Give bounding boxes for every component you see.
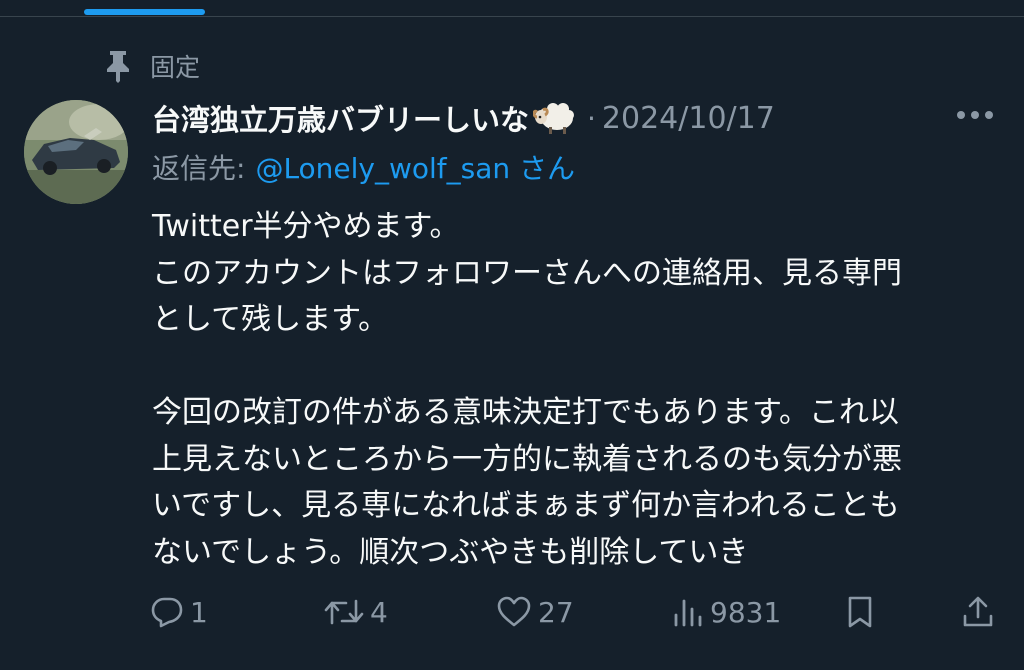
reply-count: 1 [190, 595, 208, 629]
tweet-text-line: ないでしょう。順次つぶやきも削除していき [152, 534, 749, 570]
heart-icon [496, 595, 532, 629]
tweet-date[interactable]: 2024/10/17 [602, 101, 775, 136]
tweet-action-bar: 1 4 27 9831 [0, 588, 1024, 636]
tweet-header: 台湾独立万歳バブリーしいな · 2024/10/17 [152, 96, 775, 140]
more-options-icon[interactable] [954, 104, 996, 126]
tweet-text-line: として残します。 [152, 302, 389, 337]
views-button[interactable]: 9831 [672, 588, 781, 636]
like-button[interactable]: 27 [496, 588, 574, 636]
sheep-icon [532, 101, 577, 135]
reply-icon [150, 595, 184, 629]
bookmark-button[interactable] [846, 588, 874, 636]
tweet-text: Twitter半分やめます。 このアカウントはフォロワーさんへの連絡用、見る専門… [152, 204, 1002, 576]
reply-to-line: 返信先: @Lonely_wolf_san さん [152, 146, 575, 188]
display-name[interactable]: 台湾独立万歳バブリーしいな [152, 97, 529, 139]
views-icon [672, 595, 704, 629]
retweet-count: 4 [370, 595, 388, 629]
active-tab-indicator [84, 9, 205, 15]
views-count: 9831 [710, 595, 782, 629]
share-button[interactable] [962, 588, 994, 636]
tweet-text-line: 今回の改訂の件がある意味決定打でもあります。これ以 [152, 395, 899, 430]
divider [0, 16, 1024, 17]
pinned-label-row: 固定 [104, 48, 200, 84]
avatar[interactable] [24, 100, 128, 204]
tweet-text-line: Twitter半分やめます。 [152, 209, 460, 244]
pin-icon [104, 49, 132, 83]
reply-button[interactable]: 1 [150, 588, 208, 636]
avatar-car-photo [24, 100, 128, 204]
reply-to-prefix: 返信先: [152, 152, 246, 185]
tweet-text-line: 上見えないところから一方的に執着されるのも気分が悪 [152, 441, 902, 477]
reply-to-mention-link[interactable]: @Lonely_wolf_san さん [255, 147, 575, 187]
separator-dot: · [587, 101, 596, 135]
share-icon [962, 595, 994, 629]
retweet-icon [324, 595, 364, 629]
like-count: 27 [538, 595, 574, 629]
tweet-text-line: このアカウントはフォロワーさんへの連絡用、見る専門 [152, 255, 902, 291]
pinned-label: 固定 [150, 53, 201, 82]
tweet-text-blank-line [152, 344, 1002, 391]
retweet-button[interactable]: 4 [324, 588, 388, 636]
bookmark-icon [846, 595, 874, 629]
tweet-text-line: いですし、見る専になればまぁまず何か言われることも [152, 488, 900, 523]
